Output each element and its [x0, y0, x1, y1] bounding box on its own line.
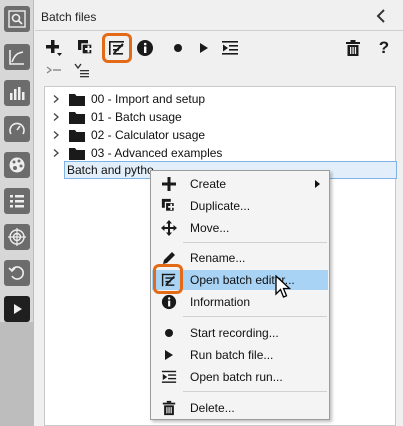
folder-icon	[69, 93, 85, 106]
tree-item-label: 02 - Calculator usage	[91, 128, 206, 142]
play-icon	[200, 43, 208, 53]
tree-item-label: 03 - Advanced examples	[91, 146, 223, 160]
menu-item-create[interactable]: Create	[152, 174, 328, 194]
menu-item-label: Start recording...	[190, 326, 279, 340]
menu-item-start-recording[interactable]: Start recording...	[152, 323, 328, 343]
play-icon	[165, 350, 173, 360]
menu-item-label: Open batch run...	[190, 370, 283, 384]
palette-button[interactable]	[4, 152, 30, 178]
chevron-right-icon[interactable]	[51, 94, 61, 104]
gauge-button[interactable]	[4, 116, 30, 142]
target-icon	[8, 228, 26, 246]
quick-search-button[interactable]	[4, 6, 30, 32]
menu-separator	[183, 316, 327, 317]
menu-item-label: Rename...	[190, 251, 246, 265]
record-dot-icon	[174, 44, 182, 52]
menu-item-label: Delete...	[190, 401, 235, 415]
list-button[interactable]	[4, 188, 30, 214]
left-sidebar-empty-area	[0, 322, 34, 426]
move-arrows-icon	[161, 220, 177, 236]
chart-line-icon	[9, 50, 24, 65]
sort-tree-icon	[74, 63, 89, 78]
tree-folder-item[interactable]: 03 - Advanced examples	[45, 144, 395, 162]
submenu-arrow-icon	[315, 180, 320, 188]
start-recording-button[interactable]	[167, 37, 189, 59]
undo-history-icon	[8, 266, 24, 280]
line-chart-button[interactable]	[4, 44, 30, 70]
menu-item-delete[interactable]: Delete...	[152, 398, 328, 418]
trash-icon	[346, 40, 360, 56]
delete-button[interactable]	[342, 37, 364, 59]
tree-item-label: 01 - Batch usage	[91, 110, 182, 124]
menu-item-move[interactable]: Move...	[152, 218, 328, 238]
batch-play-button[interactable]	[4, 296, 30, 322]
menu-item-label: Move...	[190, 221, 230, 235]
expand-tree-icon	[46, 66, 61, 74]
distribution-icon	[10, 87, 25, 100]
tree-folder-item[interactable]: 02 - Calculator usage	[45, 126, 395, 144]
plus-dropdown-icon	[46, 40, 62, 56]
target-button[interactable]	[4, 224, 30, 250]
help-icon: ?	[378, 38, 390, 57]
menu-item-label: Run batch file...	[190, 348, 274, 362]
chevron-right-icon[interactable]	[51, 148, 61, 158]
menu-separator	[183, 391, 327, 392]
folder-icon	[69, 147, 85, 160]
quick-search-icon	[8, 10, 26, 28]
duplicate-button[interactable]	[75, 37, 97, 59]
plus-icon	[162, 177, 176, 191]
batch-play-icon	[14, 304, 22, 314]
collapse-panel-button[interactable]	[373, 7, 389, 25]
context-menu: Create Duplicate... Move... Rename... Op…	[150, 170, 330, 420]
chevron-left-icon	[376, 9, 385, 23]
left-sidebar	[0, 0, 34, 426]
menu-separator	[183, 242, 327, 243]
menu-item-label: Information	[190, 295, 251, 309]
chevron-right-icon[interactable]	[51, 112, 61, 122]
gauge-icon	[9, 122, 25, 135]
help-button[interactable]: ?	[373, 37, 395, 59]
batch-run-icon	[161, 370, 177, 383]
folder-icon	[69, 111, 85, 124]
duplicate-icon	[161, 198, 175, 212]
menu-item-run-batch-file[interactable]: Run batch file...	[152, 345, 328, 365]
expand-tree-button[interactable]	[43, 61, 65, 79]
title-separator	[35, 30, 403, 31]
palette-icon	[9, 157, 25, 173]
undo-history-button[interactable]	[4, 260, 30, 286]
sort-tree-button[interactable]	[71, 61, 93, 79]
batch-files-panel: Batch files ? 00 - Import and setup 01 -…	[35, 0, 403, 426]
menu-item-label: Duplicate...	[190, 199, 251, 213]
trash-icon	[162, 400, 176, 416]
list-icon	[10, 195, 24, 208]
record-dot-icon	[165, 329, 173, 337]
menu-item-label: Create	[190, 177, 227, 191]
folder-icon	[69, 129, 85, 142]
batch-run-icon	[222, 41, 238, 55]
info-icon	[137, 40, 153, 56]
panel-title: Batch files	[41, 10, 97, 24]
information-button[interactable]	[134, 37, 156, 59]
open-batch-run-button[interactable]	[219, 37, 241, 59]
batch-editor-menu-highlight	[153, 264, 183, 294]
mouse-cursor-icon	[275, 275, 292, 298]
distribution-button[interactable]	[4, 80, 30, 106]
tree-folder-item[interactable]: 00 - Import and setup	[45, 90, 395, 108]
info-icon	[161, 294, 177, 310]
menu-item-open-batch-run[interactable]: Open batch run...	[152, 367, 328, 387]
menu-item-duplicate[interactable]: Duplicate...	[152, 196, 328, 216]
tree-item-label: Batch and pytho	[67, 163, 154, 177]
run-batch-file-button[interactable]	[193, 37, 215, 59]
chevron-right-icon[interactable]	[51, 130, 61, 140]
batch-editor-toolbar-highlight	[102, 33, 132, 63]
tree-folder-item[interactable]: 01 - Batch usage	[45, 108, 395, 126]
create-dropdown-button[interactable]	[43, 37, 65, 59]
menu-item-information[interactable]: Information	[152, 292, 328, 312]
duplicate-icon	[78, 40, 93, 55]
tree-item-label: 00 - Import and setup	[91, 92, 206, 106]
